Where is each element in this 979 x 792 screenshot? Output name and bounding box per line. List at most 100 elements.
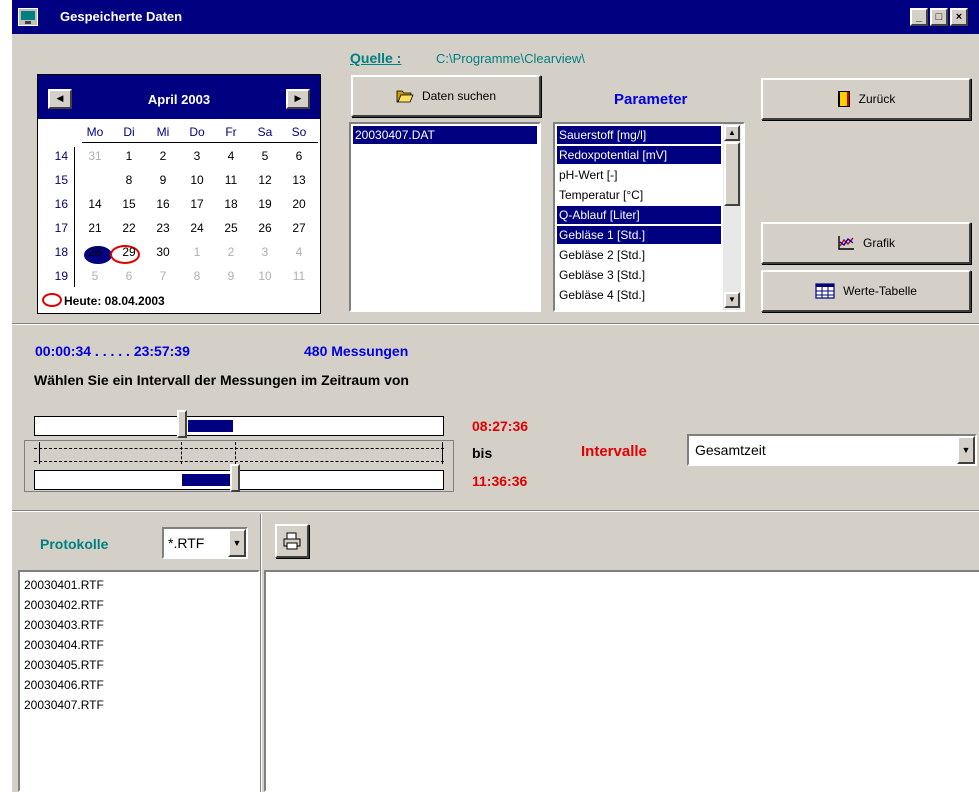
back-button[interactable]: Zurück bbox=[761, 78, 971, 120]
calendar-day[interactable]: 14 bbox=[82, 197, 108, 211]
calendar-day[interactable]: 9 bbox=[218, 269, 244, 283]
window-title: Gespeicherte Daten bbox=[60, 9, 183, 24]
calendar-day[interactable]: 5 bbox=[252, 149, 278, 163]
chevron-down-icon[interactable]: ▼ bbox=[228, 529, 246, 557]
interval-instruction: Wählen Sie ein Intervall der Messungen i… bbox=[34, 372, 409, 388]
calendar-day[interactable]: 13 bbox=[286, 173, 312, 187]
search-data-label: Daten suchen bbox=[421, 89, 497, 103]
parameter-item[interactable]: Temperatur [°C] bbox=[557, 186, 721, 204]
calendar-day[interactable]: 3 bbox=[184, 149, 210, 163]
calendar-day[interactable]: 7 bbox=[150, 269, 176, 283]
end-time: 11:36:36 bbox=[472, 473, 528, 489]
calendar-day[interactable]: 22 bbox=[116, 221, 142, 235]
protocol-preview[interactable] bbox=[264, 570, 979, 792]
calendar-day[interactable]: 17 bbox=[184, 197, 210, 211]
file-item[interactable]: 20030407.DAT bbox=[353, 126, 537, 144]
calendar-day[interactable]: 8 bbox=[184, 269, 210, 283]
protocol-file-item[interactable]: 20030402.RTF bbox=[22, 596, 104, 614]
calendar-day[interactable]: 3 bbox=[252, 245, 278, 259]
calendar-day[interactable]: 4 bbox=[218, 149, 244, 163]
interval-select[interactable]: Gesamtzeit ▼ bbox=[687, 434, 977, 466]
print-button[interactable] bbox=[275, 524, 309, 558]
protocol-file-item[interactable]: 20030406.RTF bbox=[22, 676, 104, 694]
protocol-file-item[interactable]: 20030405.RTF bbox=[22, 656, 104, 674]
week-number: 15 bbox=[54, 173, 68, 187]
maximize-icon[interactable]: □ bbox=[930, 8, 948, 26]
parameter-item[interactable]: Gebläse 1 [Std.] bbox=[557, 226, 721, 244]
calendar-day[interactable]: 6 bbox=[286, 149, 312, 163]
start-slider-track[interactable] bbox=[34, 416, 444, 436]
protocol-file-item[interactable]: 20030404.RTF bbox=[22, 636, 104, 654]
calendar-day[interactable]: 10 bbox=[184, 173, 210, 187]
calendar-day[interactable]: 1 bbox=[184, 245, 210, 259]
calendar-day[interactable]: 2 bbox=[150, 149, 176, 163]
parameter-item[interactable]: pH-Wert [-] bbox=[557, 166, 721, 184]
calendar-day[interactable]: 20 bbox=[286, 197, 312, 211]
graph-label: Grafik bbox=[862, 236, 895, 250]
section-divider-bottom bbox=[12, 510, 979, 512]
parameter-list[interactable]: Sauerstoff [mg/l] Redoxpotential [mV] pH-W… bbox=[553, 122, 745, 312]
calendar-day[interactable]: 19 bbox=[252, 197, 278, 211]
calendar-day[interactable]: 23 bbox=[150, 221, 176, 235]
value-table-button[interactable]: Werte-Tabelle bbox=[761, 270, 971, 312]
file-list[interactable]: 20030407.DAT bbox=[349, 122, 541, 312]
end-slider-thumb[interactable] bbox=[230, 464, 240, 492]
calendar-day[interactable]: 26 bbox=[252, 221, 278, 235]
calendar-day[interactable]: 27 bbox=[286, 221, 312, 235]
protocol-pane-divider bbox=[260, 514, 262, 792]
week-number: 18 bbox=[54, 245, 68, 259]
calendar-day[interactable]: 29 bbox=[116, 245, 142, 259]
section-divider-top bbox=[12, 323, 979, 325]
protocol-file-item[interactable]: 20030403.RTF bbox=[22, 616, 104, 634]
chevron-down-icon[interactable]: ▼ bbox=[957, 436, 975, 464]
parameter-item[interactable]: Q-Ablauf [Liter] bbox=[557, 206, 721, 224]
ruler-tick bbox=[39, 442, 40, 464]
start-slider-thumb[interactable] bbox=[177, 410, 187, 438]
calendar-day[interactable]: 18 bbox=[218, 197, 244, 211]
calendar-day[interactable]: 15 bbox=[116, 197, 142, 211]
scroll-thumb[interactable] bbox=[724, 142, 740, 206]
protocols-label: Protokolle bbox=[40, 536, 109, 552]
close-icon[interactable]: × bbox=[950, 8, 968, 26]
calendar-day[interactable]: 16 bbox=[150, 197, 176, 211]
title-bar[interactable]: Gespeicherte Daten _ □ × bbox=[12, 0, 979, 34]
protocol-file-item[interactable]: 20030401.RTF bbox=[22, 576, 104, 594]
calendar-day[interactable]: 1 bbox=[116, 149, 142, 163]
calendar-day[interactable]: 4 bbox=[286, 245, 312, 259]
calendar-day[interactable]: 2 bbox=[218, 245, 244, 259]
source-label: Quelle : bbox=[350, 50, 402, 66]
calendar-day[interactable]: 11 bbox=[286, 269, 312, 283]
calendar-day[interactable]: 31 bbox=[82, 149, 108, 163]
calendar-day[interactable]: 8 bbox=[116, 173, 142, 187]
calendar-day[interactable]: 28 bbox=[82, 245, 108, 259]
calendar-day[interactable]: 25 bbox=[218, 221, 244, 235]
parameter-scrollbar[interactable]: ▲ ▼ bbox=[723, 124, 741, 310]
calendar-day[interactable]: 30 bbox=[150, 245, 176, 259]
calendar-day[interactable]: 11 bbox=[218, 173, 244, 187]
next-month-icon[interactable]: ▶ bbox=[286, 89, 310, 109]
calendar-day[interactable]: 7 bbox=[82, 173, 108, 187]
calendar-day[interactable]: 9 bbox=[150, 173, 176, 187]
calendar-day[interactable]: 21 bbox=[82, 221, 108, 235]
parameter-item[interactable]: Gebläse 2 [Std.] bbox=[557, 246, 721, 264]
scroll-up-icon[interactable]: ▲ bbox=[724, 125, 740, 141]
parameter-item[interactable]: Sauerstoff [mg/l] bbox=[557, 126, 721, 144]
search-data-button[interactable]: Daten suchen bbox=[351, 75, 541, 117]
protocol-file-item[interactable]: 20030407.RTF bbox=[22, 696, 104, 714]
calendar-day[interactable]: 6 bbox=[116, 269, 142, 283]
main-window: Gespeicherte Daten _ □ × Quelle : C:\Pro… bbox=[10, 0, 979, 792]
calendar-day[interactable]: 10 bbox=[252, 269, 278, 283]
graph-button[interactable]: Grafik bbox=[761, 222, 971, 264]
scroll-down-icon[interactable]: ▼ bbox=[724, 292, 740, 308]
protocol-file-list[interactable]: 20030401.RTF 20030402.RTF 20030403.RTF 2003… bbox=[18, 570, 260, 792]
protocol-filter-select[interactable]: *.RTF ▼ bbox=[162, 527, 248, 559]
today-label[interactable]: Heute: 08.04.2003 bbox=[64, 294, 165, 308]
calendar-day[interactable]: 12 bbox=[252, 173, 278, 187]
minimize-icon[interactable]: _ bbox=[910, 8, 928, 26]
parameter-item[interactable]: Gebläse 3 [Std.] bbox=[557, 266, 721, 284]
app-icon[interactable] bbox=[18, 8, 38, 26]
calendar-day[interactable]: 24 bbox=[184, 221, 210, 235]
parameter-item[interactable]: Redoxpotential [mV] bbox=[557, 146, 721, 164]
calendar-day[interactable]: 5 bbox=[82, 269, 108, 283]
parameter-item[interactable]: Gebläse 4 [Std.] bbox=[557, 286, 721, 304]
